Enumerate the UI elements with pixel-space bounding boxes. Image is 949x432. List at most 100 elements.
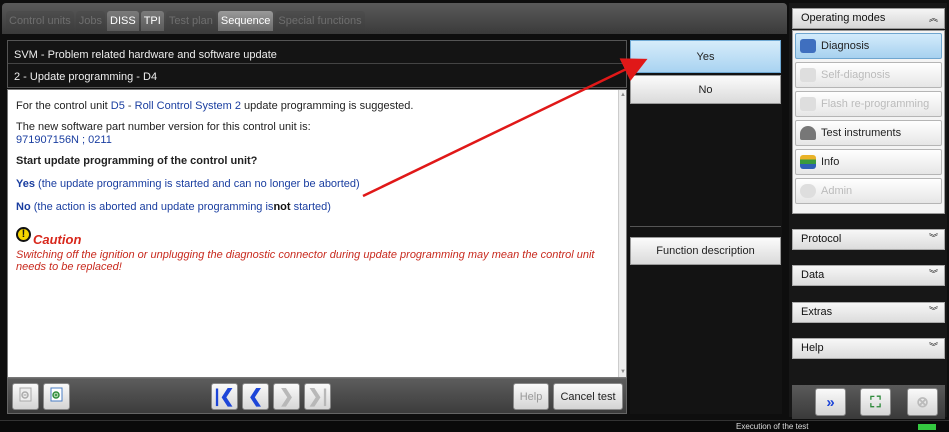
section-data[interactable]: Data ︾ (792, 265, 945, 286)
chevron-up-icon: ︽ (928, 13, 938, 23)
last-step-button: ❯| (304, 383, 331, 410)
p1-separator: - (124, 100, 135, 112)
software-version-text: The new software part number version for… (16, 121, 311, 133)
info-books-icon (800, 155, 816, 169)
tab-jobs: Jobs (75, 11, 106, 31)
section-extras[interactable]: Extras ︾ (792, 302, 945, 323)
yes-button[interactable]: Yes (630, 40, 781, 73)
exit-icon: ⊗ (916, 394, 929, 411)
status-text: Execution of the test (736, 422, 809, 431)
warning-icon: ! (16, 227, 31, 242)
content-scrollbar[interactable]: ▲ ▼ (618, 90, 626, 377)
mode-test-instruments-label: Test instruments (821, 127, 902, 139)
right-toolbar: » ⛶ ⊗ (792, 385, 945, 419)
p1-prefix: For the control unit (16, 100, 111, 112)
caution-heading: ! Caution (16, 227, 618, 247)
software-version-paragraph: The new software part number version for… (16, 121, 618, 147)
caution-block: ! Caution Switching off the ignition or … (16, 227, 618, 273)
section-protocol-label: Protocol (801, 233, 842, 245)
header-divider (8, 63, 626, 64)
screenshot-button[interactable]: ⛶ (860, 388, 891, 416)
mode-admin-label: Admin (821, 185, 853, 197)
chevron-down-icon: ︾ (928, 233, 938, 243)
mode-test-instruments[interactable]: Test instruments (795, 120, 942, 146)
mode-flash-reprogramming: Flash re-programming (795, 91, 942, 117)
tab-sequence[interactable]: Sequence (217, 11, 274, 31)
stethoscope-icon (800, 39, 816, 53)
zoom-in-button[interactable] (43, 383, 70, 410)
caution-text: Switching off the ignition or unplugging… (16, 249, 595, 273)
sequence-header: SVM - Problem related hardware and softw… (7, 40, 627, 88)
mode-info-label: Info (821, 156, 840, 168)
scroll-down-icon[interactable]: ▼ (620, 369, 626, 375)
tab-control-units: Control units (6, 11, 74, 31)
header-title: SVM - Problem related hardware and softw… (14, 49, 277, 61)
section-help-label: Help (801, 342, 824, 354)
status-indicator (918, 424, 936, 430)
operating-modes-header[interactable]: Operating modes ︽ (792, 8, 945, 29)
scroll-up-icon[interactable]: ▲ (620, 92, 626, 98)
mode-self-diagnosis: Self-diagnosis (795, 62, 942, 88)
app-window: Control units Jobs DISS TPI Test plan Se… (0, 0, 949, 432)
bottom-toolbar: |❮ ❮ ❯ ❯| Help Cancel test (7, 378, 627, 414)
next-step-button: ❯ (273, 383, 300, 410)
skip-last-icon: ❯| (307, 386, 328, 406)
section-extras-label: Extras (801, 306, 833, 318)
software-part-number: 971907156N ; 0211 (16, 134, 112, 146)
skip-first-icon: |❮ (214, 386, 235, 406)
tab-special-functions: Special functions (275, 11, 365, 31)
admin-icon (800, 184, 816, 198)
yes-option-description: (the update programming is started and c… (34, 178, 360, 190)
tab-test-plan: Test plan (165, 11, 216, 31)
tab-bar: Control units Jobs DISS TPI Test plan Se… (2, 3, 787, 34)
self-diagnosis-icon (800, 68, 816, 82)
caution-title: Caution (33, 232, 82, 247)
mode-diagnosis-label: Diagnosis (821, 40, 870, 52)
no-option-emphasis: not (273, 201, 291, 213)
mode-self-diagnosis-label: Self-diagnosis (821, 69, 891, 81)
no-option-text: No (the action is aborted and update pro… (16, 201, 618, 214)
chevron-right-icon: ❯ (278, 386, 295, 406)
section-help[interactable]: Help ︾ (792, 338, 945, 359)
header-step: 2 - Update programming - D4 (14, 71, 158, 83)
operating-modes-list: Diagnosis Self-diagnosis Flash re-progra… (792, 30, 945, 214)
previous-step-button[interactable]: ❮ (242, 383, 269, 410)
mode-admin: Admin (795, 178, 942, 204)
gauge-icon (800, 126, 816, 140)
mode-diagnosis[interactable]: Diagnosis (795, 33, 942, 59)
yes-option-text: Yes (the update programming is started a… (16, 178, 618, 191)
chevron-left-icon: ❮ (247, 386, 264, 406)
tab-diss[interactable]: DISS (107, 11, 139, 31)
first-step-button[interactable]: |❮ (211, 383, 238, 410)
chevron-down-icon: ︾ (928, 306, 938, 316)
screenshot-icon: ⛶ (870, 393, 881, 411)
chevron-down-icon: ︾ (928, 342, 938, 352)
yes-option-word: Yes (16, 178, 35, 190)
tab-tpi[interactable]: TPI (140, 11, 164, 31)
function-description-button[interactable]: Function description (630, 237, 781, 265)
help-button[interactable]: Help (513, 383, 549, 410)
section-protocol[interactable]: Protocol ︾ (792, 229, 945, 250)
no-button[interactable]: No (630, 75, 781, 104)
mode-info[interactable]: Info (795, 149, 942, 175)
zoom-out-button[interactable] (12, 383, 39, 410)
chevron-down-icon: ︾ (928, 269, 938, 279)
control-unit-name: Roll Control System 2 (134, 100, 241, 112)
double-chevron-right-icon: » (826, 393, 835, 411)
forward-button[interactable]: » (815, 388, 846, 416)
zoom-out-icon (18, 387, 34, 406)
flash-icon (800, 97, 816, 111)
no-option-end: started) (290, 201, 331, 213)
p1-suffix: update programming is suggested. (241, 100, 414, 112)
control-unit-address: D5 (110, 100, 125, 112)
cancel-test-button[interactable]: Cancel test (553, 383, 623, 410)
instruction-panel: For the control unit D5 - Roll Control S… (7, 89, 627, 378)
no-option-word: No (16, 201, 31, 213)
status-bar: Execution of the test (0, 420, 949, 432)
action-divider (630, 226, 781, 227)
operating-modes-label: Operating modes (801, 12, 886, 24)
exit-button: ⊗ (907, 388, 938, 416)
no-option-description: (the action is aborted and update progra… (30, 201, 274, 213)
mode-flash-label: Flash re-programming (821, 98, 930, 110)
control-unit-paragraph: For the control unit D5 - Roll Control S… (16, 100, 618, 113)
